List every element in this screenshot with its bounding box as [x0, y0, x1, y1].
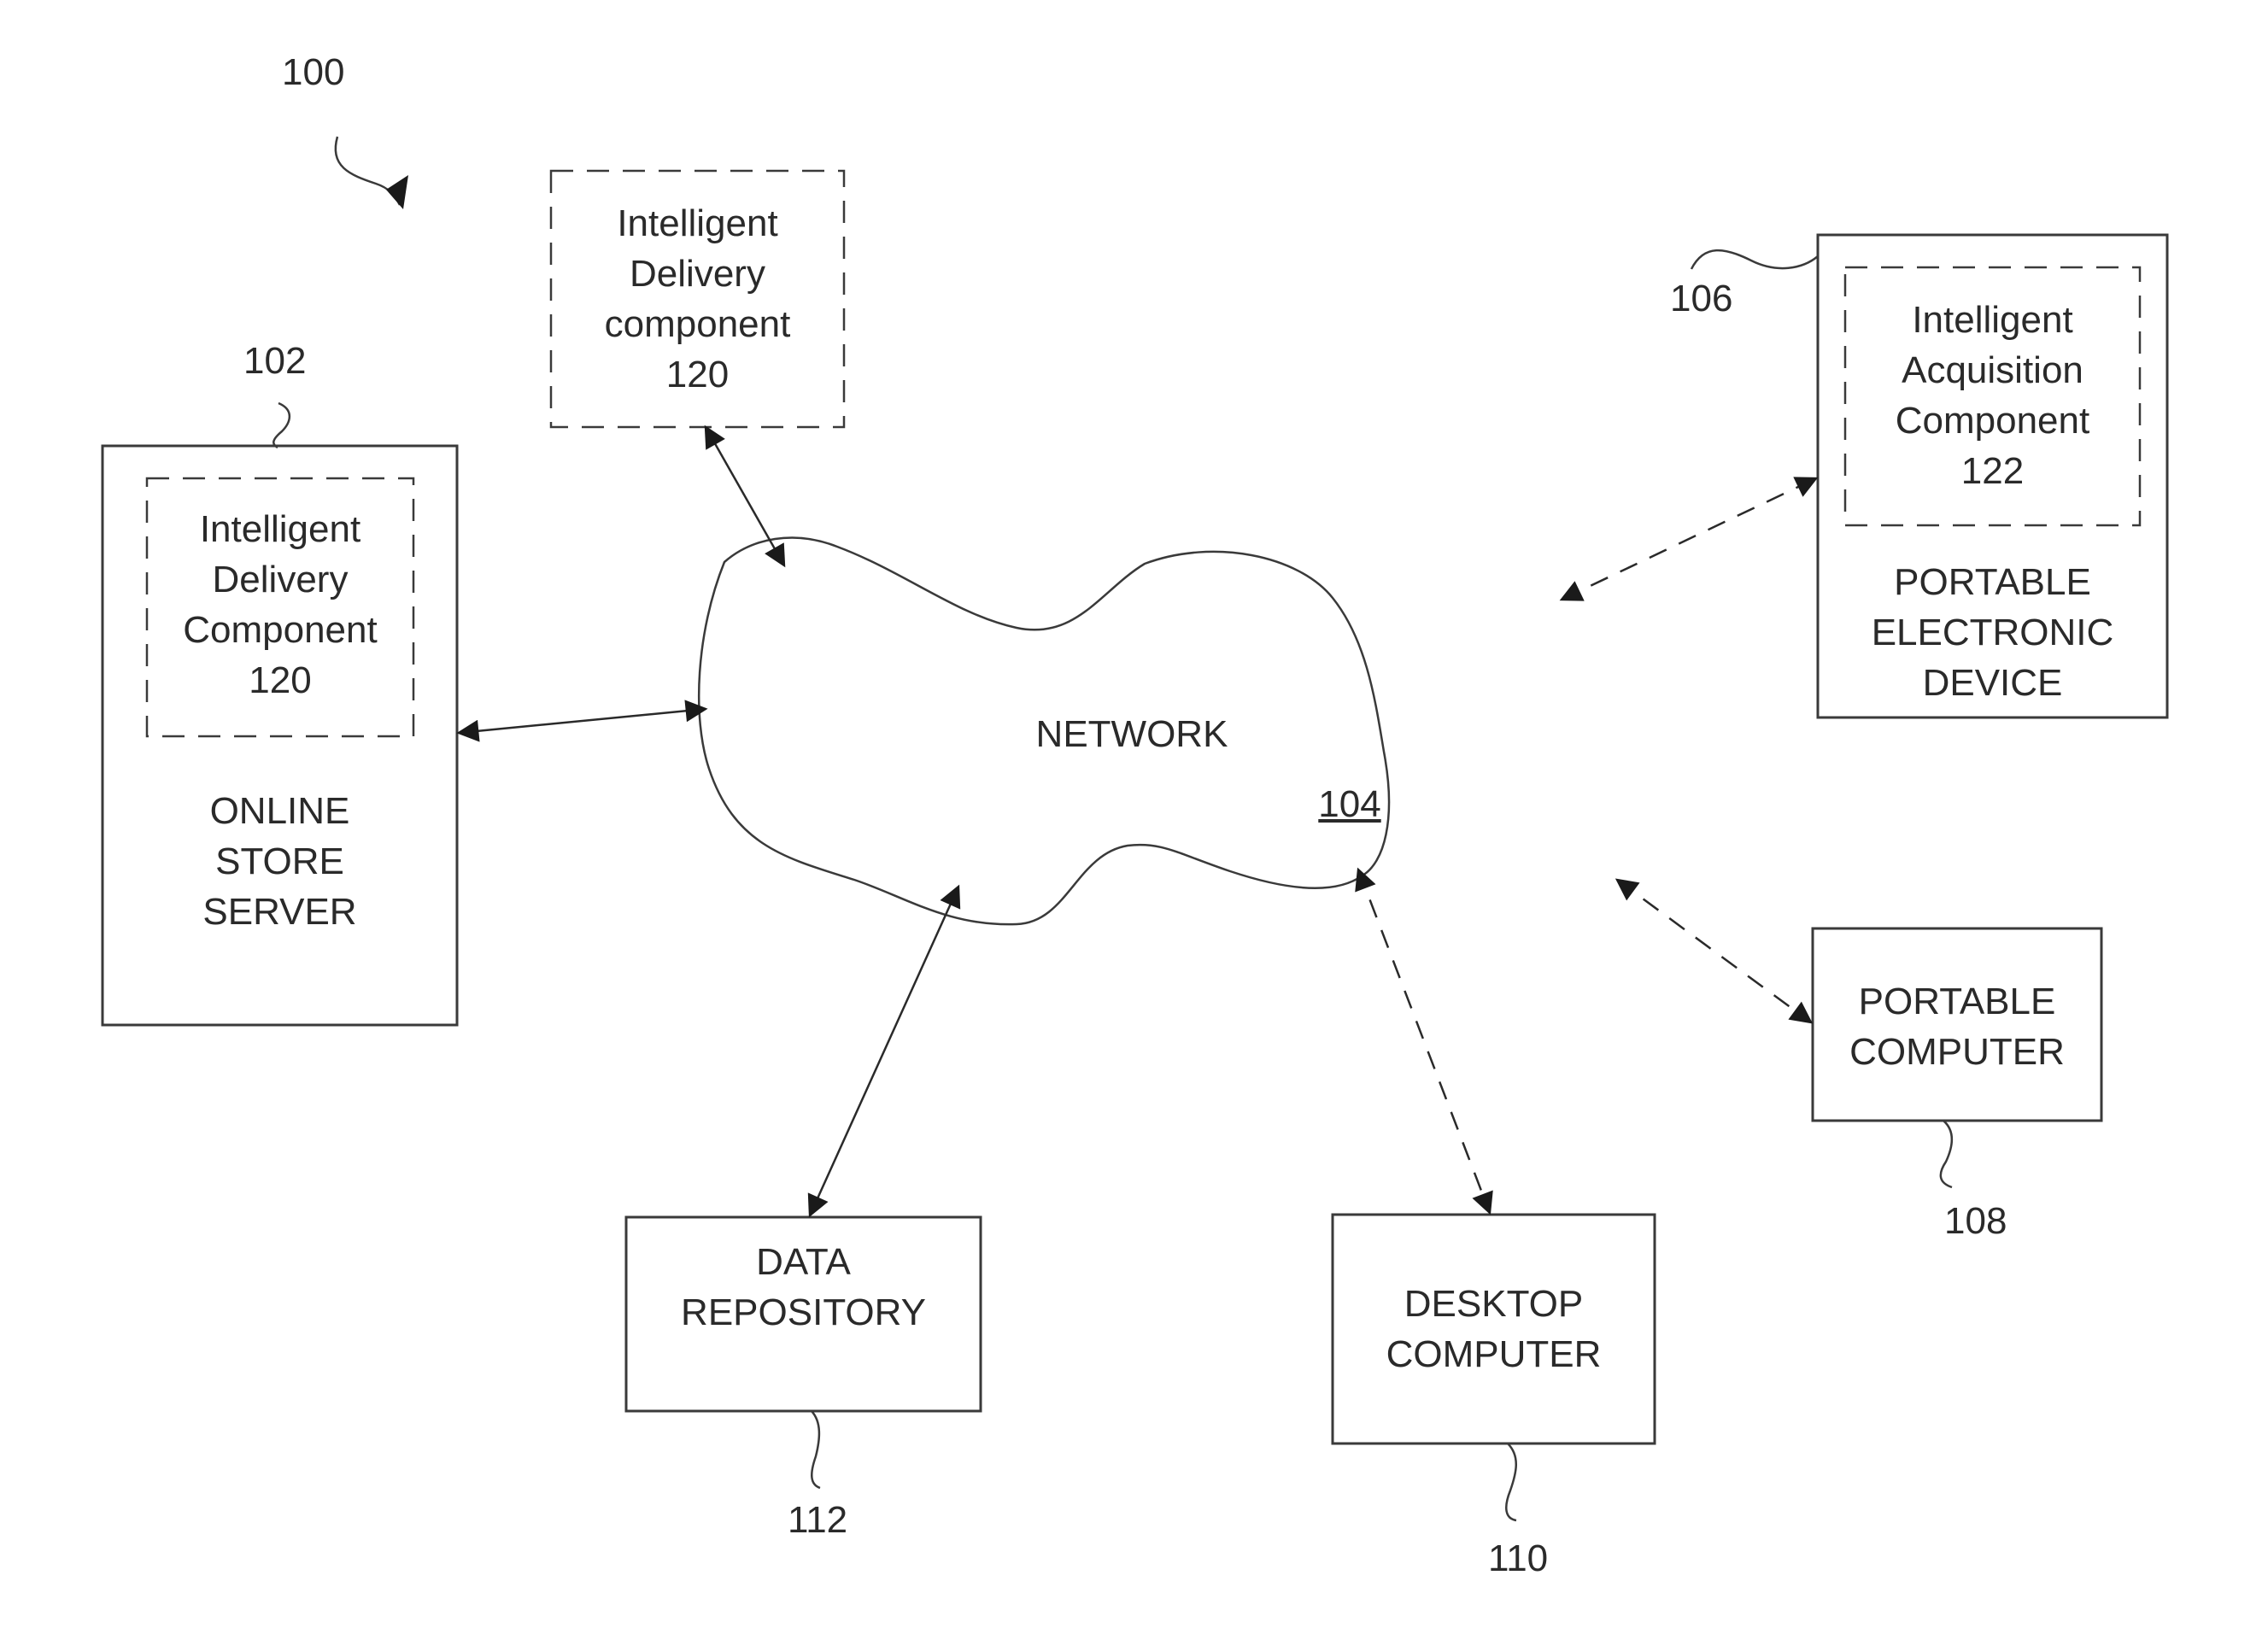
acquisition-line-1: Intelligent	[1912, 299, 2073, 341]
portable-computer-text: PORTABLE COMPUTER	[1813, 976, 2101, 1077]
standalone-delivery-line-1: Intelligent	[617, 202, 778, 244]
server-delivery-component-text: Intelligent Delivery Component 120	[147, 504, 413, 706]
server-component-line-2: Delivery	[212, 559, 349, 600]
server-component-line-3: Component	[183, 609, 378, 651]
server-line-1: ONLINE	[209, 790, 350, 832]
connection-portable-computer-network[interactable]	[1615, 878, 1814, 1024]
network-ref-label: 104	[1318, 783, 1381, 825]
server-component-line-1: Intelligent	[199, 508, 361, 550]
figure-ref-label: 100	[282, 51, 345, 93]
network-label: NETWORK	[1035, 713, 1228, 755]
ref-102-label: 102	[243, 340, 307, 382]
ref-112-label: 112	[788, 1499, 848, 1541]
desktop-line-2: COMPUTER	[1386, 1333, 1602, 1375]
standalone-delivery-line-2: Delivery	[630, 253, 765, 295]
acquisition-line-2: Acquisition	[1902, 349, 2083, 391]
connection-desktop-network[interactable]	[1355, 867, 1493, 1215]
standalone-delivery-line-4: 120	[665, 354, 730, 395]
data-repository-line-1: DATA	[756, 1241, 851, 1283]
ped-line-1: PORTABLE	[1894, 561, 2091, 603]
data-repository-text: DATA REPOSITORY	[626, 1237, 981, 1338]
ref-108-label: 108	[1944, 1200, 2007, 1242]
connection-ped-network[interactable]	[1559, 477, 1819, 601]
portable-computer-line-1: PORTABLE	[1858, 981, 2056, 1022]
ref-102-leader	[273, 401, 291, 449]
server-component-line-4: 120	[249, 659, 312, 701]
ref-108-leader	[1939, 1120, 1953, 1189]
ref-110-label: 110	[1488, 1537, 1549, 1579]
acquisition-component-text: Intelligent Acquisition Component 122	[1845, 295, 2140, 496]
ref-106-leader	[1690, 249, 1819, 270]
desktop-line-1: DESKTOP	[1404, 1283, 1584, 1325]
portable-computer-line-2: COMPUTER	[1849, 1031, 2065, 1073]
ped-line-3: DEVICE	[1922, 662, 2063, 704]
acquisition-line-4: 122	[1960, 450, 2025, 492]
standalone-delivery-line-3: component	[604, 303, 791, 345]
figure-ref-arrowhead	[386, 175, 408, 209]
online-store-server-text: ONLINE STORE SERVER	[103, 786, 457, 937]
connection-server-network[interactable]	[456, 700, 708, 742]
figure-ref-leader	[334, 136, 401, 206]
connection-repository-network[interactable]	[807, 884, 961, 1218]
ped-line-2: ELECTRONIC	[1871, 612, 2114, 653]
standalone-delivery-component-text: Intelligent Delivery component 120	[551, 198, 844, 400]
connection-delivery-network[interactable]	[704, 425, 786, 568]
ref-106-label: 106	[1670, 278, 1733, 319]
server-line-3: SERVER	[202, 891, 357, 933]
desktop-computer-text: DESKTOP COMPUTER	[1333, 1279, 1655, 1379]
portable-electronic-device-text: PORTABLE ELECTRONIC DEVICE	[1818, 557, 2167, 708]
acquisition-line-3: Component	[1895, 400, 2090, 442]
server-line-2: STORE	[215, 840, 344, 882]
data-repository-line-2: REPOSITORY	[681, 1291, 926, 1333]
ref-110-leader	[1505, 1443, 1517, 1522]
ref-112-leader	[811, 1410, 821, 1490]
